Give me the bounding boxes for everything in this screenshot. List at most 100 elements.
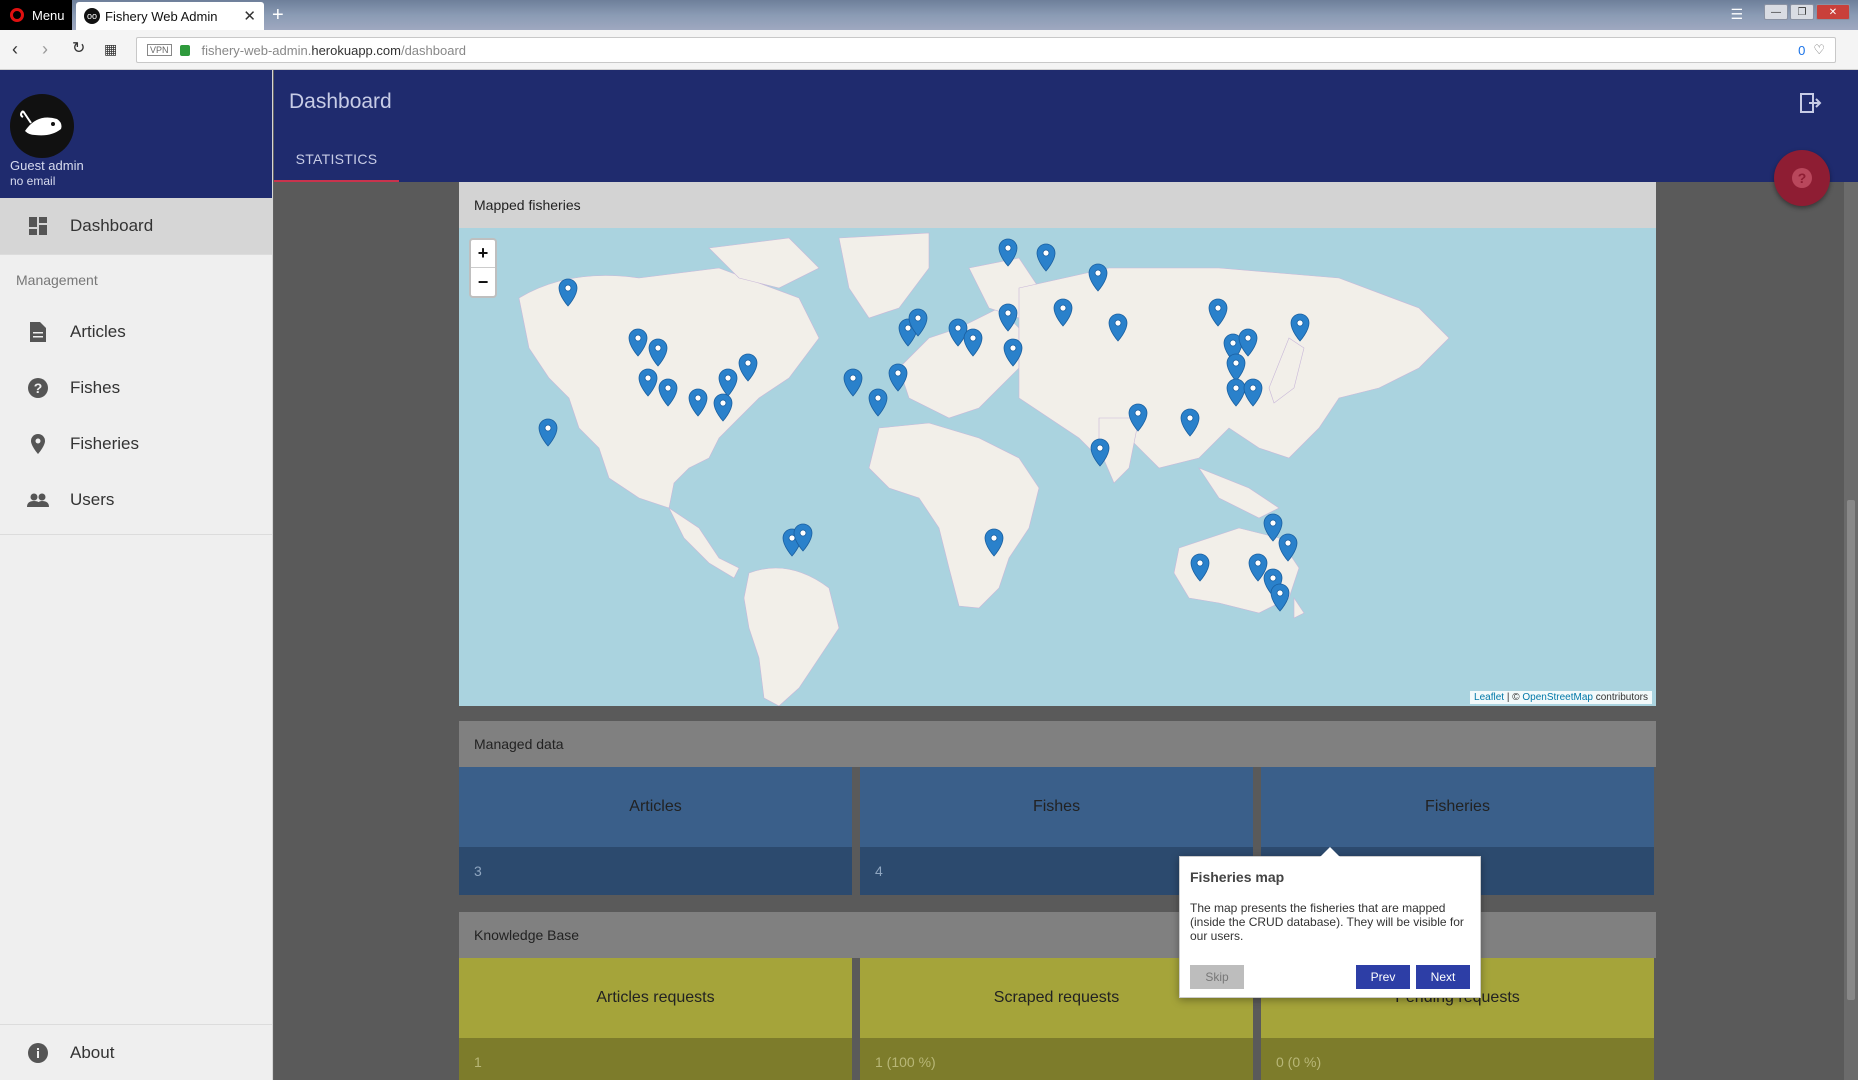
marker-dot bbox=[1269, 574, 1277, 582]
sidebar-item-label: Dashboard bbox=[70, 216, 154, 235]
marker-dot bbox=[1244, 334, 1252, 342]
marker-dot bbox=[719, 399, 727, 407]
dashboard-icon bbox=[26, 214, 50, 238]
fish-hook-logo-icon bbox=[20, 110, 62, 136]
marker-dot bbox=[1296, 319, 1304, 327]
heart-icon[interactable]: ♡ bbox=[1813, 42, 1825, 58]
url-prefix: fishery-web-admin. bbox=[201, 42, 312, 58]
browser-tab[interactable]: oo Fishery Web Admin ✕ bbox=[76, 2, 264, 30]
tab-title: Fishery Web Admin bbox=[105, 8, 218, 24]
forward-icon[interactable]: › bbox=[42, 40, 48, 58]
maximize-icon[interactable]: ❐ bbox=[1790, 4, 1814, 20]
sidebar-item-articles[interactable]: Articles bbox=[0, 304, 272, 360]
window-close-icon[interactable]: ✕ bbox=[1816, 4, 1850, 20]
sidebar-item-label: Fisheries bbox=[70, 434, 139, 453]
stat-tile-label: Articles bbox=[459, 767, 852, 847]
scrollbar-thumb[interactable] bbox=[1847, 500, 1855, 1000]
marker-dot bbox=[1284, 539, 1292, 547]
help-icon: ? bbox=[1792, 168, 1812, 188]
leaflet-link[interactable]: Leaflet bbox=[1474, 692, 1504, 703]
zoom-in-button[interactable]: + bbox=[471, 240, 495, 268]
users-icon bbox=[26, 488, 50, 512]
sidebar-item-about[interactable]: About bbox=[0, 1024, 272, 1080]
marker-dot bbox=[990, 534, 998, 542]
marker-dot bbox=[544, 424, 552, 432]
tour-skip-button[interactable]: Skip bbox=[1190, 965, 1244, 989]
marker-dot bbox=[1186, 414, 1194, 422]
osm-link[interactable]: OpenStreetMap bbox=[1522, 692, 1593, 703]
page-scrollbar[interactable] bbox=[1844, 182, 1858, 1080]
sidebar-header: Guest admin no email bbox=[0, 70, 272, 198]
sidebar-item-label: Articles bbox=[70, 322, 126, 341]
attribution-sep: | © bbox=[1504, 692, 1523, 703]
sidebar: Guest admin no email Dashboard Managemen… bbox=[0, 70, 273, 1080]
stat-tile-label: Fishes bbox=[860, 767, 1253, 847]
stat-tile-articles[interactable]: Articles 3 bbox=[459, 767, 852, 895]
help-circle-icon: ? bbox=[26, 376, 50, 400]
svg-text:?: ? bbox=[34, 380, 43, 396]
stat-tile-value: 0 (0 %) bbox=[1261, 1038, 1654, 1080]
marker-dot bbox=[1096, 444, 1104, 452]
map-pin-icon bbox=[26, 432, 50, 456]
zoom-out-button[interactable]: − bbox=[471, 268, 495, 296]
speed-dial-icon[interactable]: ▦ bbox=[104, 40, 117, 58]
marker-dot bbox=[904, 324, 912, 332]
tab-favicon-icon: oo bbox=[84, 8, 100, 24]
marker-dot bbox=[634, 334, 642, 342]
url-path: /dashboard bbox=[400, 42, 467, 58]
top-app-bar: Dashboard STATISTICS bbox=[274, 70, 1858, 182]
sidebar-item-users[interactable]: Users bbox=[0, 472, 272, 528]
tab-close-icon[interactable]: ✕ bbox=[243, 7, 256, 25]
user-name: Guest admin bbox=[10, 158, 84, 173]
marker-dot bbox=[1004, 309, 1012, 317]
article-icon bbox=[26, 320, 50, 344]
marker-dot bbox=[744, 359, 752, 367]
marker-dot bbox=[654, 344, 662, 352]
user-email: no email bbox=[10, 174, 56, 188]
minimize-icon[interactable]: — bbox=[1764, 4, 1788, 20]
vpn-badge[interactable]: VPN bbox=[147, 44, 172, 56]
logout-icon[interactable] bbox=[1800, 92, 1822, 117]
marker-dot bbox=[914, 314, 922, 322]
sidebar-item-dashboard[interactable]: Dashboard bbox=[0, 198, 272, 254]
world-map bbox=[518, 232, 1450, 706]
opera-logo-icon bbox=[10, 8, 24, 22]
marker-dot bbox=[1004, 244, 1012, 252]
marker-dot bbox=[849, 374, 857, 382]
main-area: Dashboard STATISTICS ? Mapped fisheries bbox=[274, 70, 1858, 1080]
marker-dot bbox=[788, 534, 796, 542]
sidebar-item-fisheries[interactable]: Fisheries bbox=[0, 416, 272, 472]
info-icon bbox=[26, 1041, 50, 1065]
stat-tile-articles-requests[interactable]: Articles requests 1 bbox=[459, 958, 852, 1080]
stat-tile-label: Fisheries bbox=[1261, 767, 1654, 847]
help-fab-button[interactable]: ? bbox=[1774, 150, 1830, 206]
back-icon[interactable]: ‹ bbox=[12, 40, 18, 58]
tour-prev-button[interactable]: Prev bbox=[1356, 965, 1410, 989]
svg-text:?: ? bbox=[1798, 170, 1807, 186]
reload-icon[interactable]: ↻ bbox=[72, 40, 85, 58]
marker-dot bbox=[1232, 384, 1240, 392]
marker-dot bbox=[954, 324, 962, 332]
tour-next-button[interactable]: Next bbox=[1416, 965, 1470, 989]
new-tab-icon[interactable]: + bbox=[272, 4, 284, 27]
sidebar-divider bbox=[0, 534, 272, 535]
tab-menu-icon[interactable]: ☰ bbox=[1730, 6, 1743, 23]
marker-dot bbox=[1134, 409, 1142, 417]
adblock-count[interactable]: 0 bbox=[1798, 43, 1805, 58]
fisheries-map[interactable]: + − Leaflet | © OpenStreetMap contributo… bbox=[459, 228, 1656, 706]
marker-dot bbox=[894, 369, 902, 377]
tab-statistics[interactable]: STATISTICS bbox=[274, 148, 399, 182]
sidebar-item-label: Fishes bbox=[70, 378, 121, 397]
stat-tile-value: 1 bbox=[459, 1038, 852, 1080]
map-attribution: Leaflet | © OpenStreetMap contributors bbox=[1470, 691, 1652, 704]
browser-menu-button[interactable]: Menu bbox=[0, 0, 72, 30]
marker-dot bbox=[1059, 304, 1067, 312]
stat-tile-label: Articles requests bbox=[459, 958, 852, 1038]
marker-dot bbox=[1214, 304, 1222, 312]
address-bar[interactable]: VPN fishery-web-admin. herokuapp.com/dash… bbox=[136, 37, 1836, 63]
card-title: Managed data bbox=[459, 721, 1656, 767]
sidebar-item-fishes[interactable]: ? Fishes bbox=[0, 360, 272, 416]
avatar bbox=[10, 94, 74, 158]
marker-dot bbox=[1254, 559, 1262, 567]
tour-title: Fisheries map bbox=[1190, 869, 1285, 885]
